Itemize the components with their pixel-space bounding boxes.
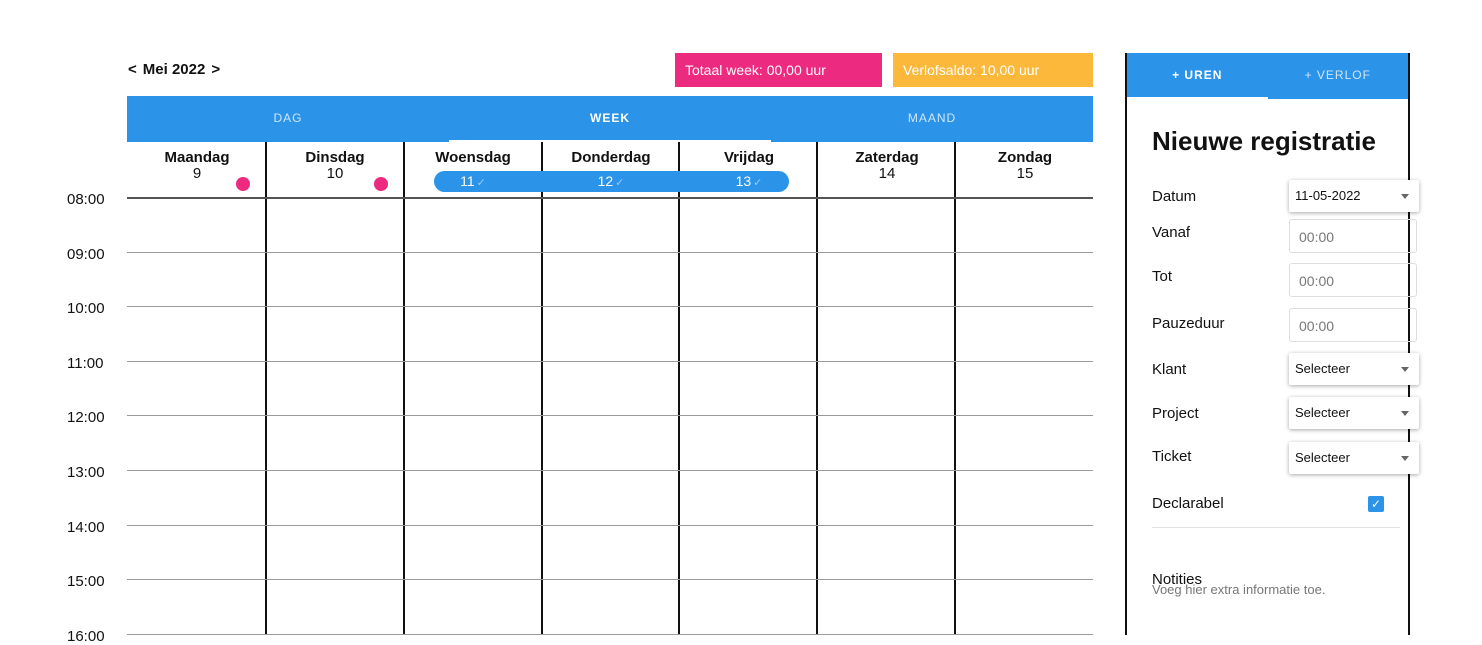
day-column-divider — [954, 142, 956, 635]
ticket-value: Selecteer — [1295, 450, 1350, 465]
time-label: 10:00 — [67, 300, 105, 318]
month-label: Mei 2022 — [142, 61, 206, 78]
klant-select[interactable]: Selecteer — [1289, 353, 1419, 385]
registration-dot — [236, 177, 250, 191]
chevron-down-icon — [1401, 194, 1409, 199]
hour-line — [127, 360, 1093, 362]
time-label: 16:00 — [67, 627, 105, 645]
row-vanaf: Vanaf 00:00 — [1152, 219, 1417, 253]
day-header-woensdag[interactable]: Woensdag — [413, 150, 533, 166]
hour-line — [127, 197, 1093, 199]
klant-value: Selecteer — [1295, 361, 1350, 376]
day-header-donderdag[interactable]: Donderdag — [551, 150, 671, 166]
declarabel-checkbox[interactable]: ✓ — [1368, 496, 1384, 512]
row-project: Project Selecteer — [1152, 397, 1419, 431]
project-value: Selecteer — [1295, 405, 1350, 420]
day-number: 13 ✓ — [735, 173, 763, 189]
time-label: 11:00 — [67, 354, 104, 372]
day-column-divider — [678, 142, 680, 635]
day-column-divider — [265, 142, 267, 635]
time-label: 08:00 — [67, 191, 105, 208]
day-column-divider — [541, 142, 543, 635]
klant-label: Klant — [1152, 361, 1187, 378]
check-icon: ✓ — [476, 177, 486, 189]
tab-verlof[interactable]: + VERLOF — [1268, 53, 1409, 99]
pauzeduur-label: Pauzeduur — [1152, 315, 1225, 332]
day-name: Donderdag — [571, 149, 651, 166]
hour-line — [127, 470, 1093, 471]
time-label: 09:00 — [67, 245, 105, 263]
registration-panel: + UREN + VERLOF Nieuwe registratie Datum… — [1125, 53, 1419, 635]
tab-maand[interactable]: MAAND — [771, 96, 1093, 142]
check-icon: ✓ — [1370, 497, 1382, 511]
prev-month-button[interactable]: < — [128, 61, 137, 78]
project-label: Project — [1152, 405, 1199, 422]
day-header-vrijdag[interactable]: Vrijdag — [689, 150, 809, 166]
hour-line — [127, 306, 1093, 308]
divider — [1152, 527, 1400, 528]
day-name: Woensdag — [435, 149, 511, 166]
ticket-select[interactable]: Selecteer — [1289, 442, 1419, 474]
row-tot: Tot 00:00 — [1152, 263, 1417, 297]
tot-label: Tot — [1152, 268, 1173, 285]
row-datum: Datum 11-05-2022 — [1152, 180, 1419, 214]
vanaf-input[interactable]: 00:00 — [1289, 219, 1417, 253]
project-select[interactable]: Selecteer — [1289, 397, 1419, 429]
datum-select[interactable]: 11-05-2022 — [1289, 180, 1419, 212]
registration-dot — [374, 177, 388, 191]
vanaf-label: Vanaf — [1152, 224, 1191, 241]
row-declarabel: Declarabel ✓ — [1152, 488, 1402, 522]
row-klant: Klant Selecteer — [1152, 353, 1419, 387]
tab-uren[interactable]: + UREN — [1127, 53, 1268, 99]
time-label: 13:00 — [67, 464, 105, 481]
time-label: 14:00 — [67, 518, 105, 536]
check-icon: ✓ — [753, 177, 763, 189]
day-number: 11 ✓ — [460, 173, 486, 189]
day-number: 12 ✓ — [597, 173, 625, 189]
day-header-zaterdag[interactable]: Zaterdag 14 — [827, 150, 947, 182]
week-calendar-grid[interactable]: Maandag 9 Dinsdag 10 Woensdag 11 ✓ Donderdag 12 ✓… — [127, 142, 1093, 635]
panel-tabs: + UREN + VERLOF — [1127, 53, 1408, 99]
declarabel-label: Declarabel — [1152, 495, 1224, 512]
datum-value: 11-05-2022 — [1295, 188, 1361, 203]
day-header-zondag[interactable]: Zondag 15 — [965, 150, 1085, 182]
check-icon: ✓ — [615, 177, 625, 189]
hour-line — [127, 524, 1093, 526]
view-tabs: DAG WEEK MAAND — [127, 96, 1093, 142]
datum-label: Datum — [1152, 188, 1197, 205]
verlofsaldo-badge: Verlofsaldo: 10,00 uur — [893, 53, 1093, 87]
time-label: 15:00 — [67, 573, 105, 591]
day-column-divider — [403, 142, 405, 635]
day-name: Zondag — [997, 149, 1053, 166]
tot-input[interactable]: 00:00 — [1289, 263, 1417, 297]
day-name: Dinsdag — [305, 149, 365, 166]
notities-input[interactable]: Voeg hier extra informatie toe. — [1152, 582, 1325, 597]
day-name: Zaterdag — [855, 149, 919, 166]
day-name: Vrijdag — [723, 149, 775, 166]
hour-line — [127, 415, 1093, 417]
panel-title: Nieuwe registratie — [1152, 126, 1376, 156]
total-week-badge: Totaal week: 00,00 uur — [675, 53, 882, 87]
chevron-down-icon — [1401, 456, 1409, 461]
pauzeduur-input[interactable]: 00:00 — [1289, 308, 1417, 342]
chevron-down-icon — [1401, 411, 1409, 416]
day-number: 15 — [1016, 165, 1034, 182]
row-ticket: Ticket Selecteer — [1152, 442, 1419, 476]
tab-week[interactable]: WEEK — [449, 96, 771, 142]
ticket-label: Ticket — [1152, 448, 1192, 465]
next-month-button[interactable]: > — [211, 61, 220, 78]
row-pauzeduur: Pauzeduur 00:00 — [1152, 308, 1417, 342]
hour-line — [127, 251, 1093, 253]
day-name: Maandag — [164, 149, 230, 166]
hour-line — [127, 579, 1093, 581]
tab-dag[interactable]: DAG — [127, 96, 449, 142]
day-column-divider — [816, 142, 818, 635]
chevron-down-icon — [1401, 367, 1409, 372]
time-label: 12:00 — [67, 409, 105, 427]
month-nav: < Mei 2022 > — [128, 61, 220, 78]
day-number: 14 — [878, 165, 896, 182]
